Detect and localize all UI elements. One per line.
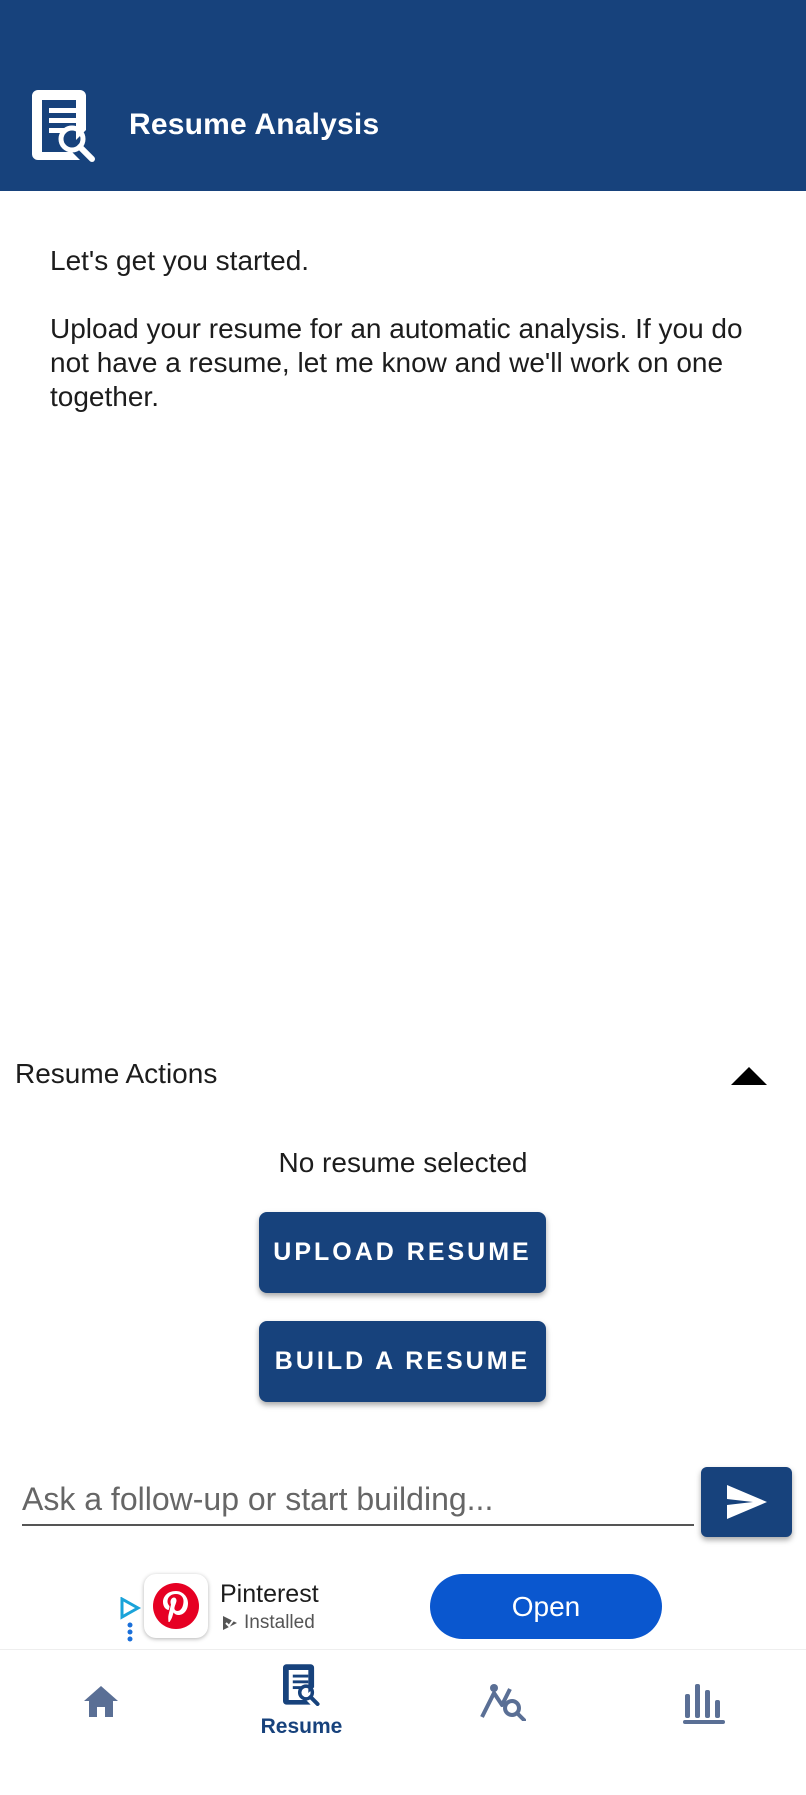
message-greeting: Let's get you started.: [50, 245, 310, 276]
nav-resume-label: Resume: [260, 1715, 343, 1738]
resume-actions-title: Resume Actions: [15, 1058, 218, 1089]
ad-open-button[interactable]: Open: [430, 1574, 662, 1639]
ad-choices-icon[interactable]: [118, 1597, 144, 1643]
chat-input[interactable]: [22, 1474, 694, 1526]
nav-stats[interactable]: [603, 1650, 804, 1795]
upload-resume-button[interactable]: UPLOAD RESUME: [259, 1212, 546, 1293]
ad-install-status: Installed: [222, 1612, 315, 1634]
send-icon: [726, 1485, 767, 1519]
career-path-icon: [479, 1684, 526, 1721]
play-store-check-icon: [223, 1616, 237, 1630]
message-body: Upload your resume for an automatic anal…: [50, 313, 743, 412]
ad-banner[interactable]: Pinterest Installed Open: [0, 1568, 806, 1648]
resume-icon: [282, 1664, 320, 1706]
bottom-navigation: Resume: [0, 1649, 806, 1795]
nav-home[interactable]: [0, 1650, 201, 1795]
stats-icon: [682, 1684, 725, 1724]
send-button[interactable]: [701, 1467, 792, 1537]
resume-status-text: No resume selected: [278, 1147, 528, 1178]
assistant-message: Let's get you started. Upload your resum…: [50, 244, 750, 448]
caret-up-icon[interactable]: [729, 1061, 769, 1091]
page-title: Resume Analysis: [129, 108, 380, 141]
home-icon: [83, 1686, 118, 1717]
ad-app-name: Pinterest: [220, 1580, 319, 1608]
ad-status-label: Installed: [244, 1612, 315, 1633]
pinterest-logo-icon: [144, 1574, 208, 1638]
nav-career-path[interactable]: [402, 1650, 603, 1795]
nav-resume[interactable]: Resume: [201, 1650, 402, 1795]
resume-actions-header[interactable]: Resume Actions: [15, 1057, 791, 1097]
app-bar: Resume Analysis: [0, 0, 806, 191]
resume-search-icon: [32, 90, 95, 162]
build-resume-button[interactable]: BUILD A RESUME: [259, 1321, 546, 1402]
